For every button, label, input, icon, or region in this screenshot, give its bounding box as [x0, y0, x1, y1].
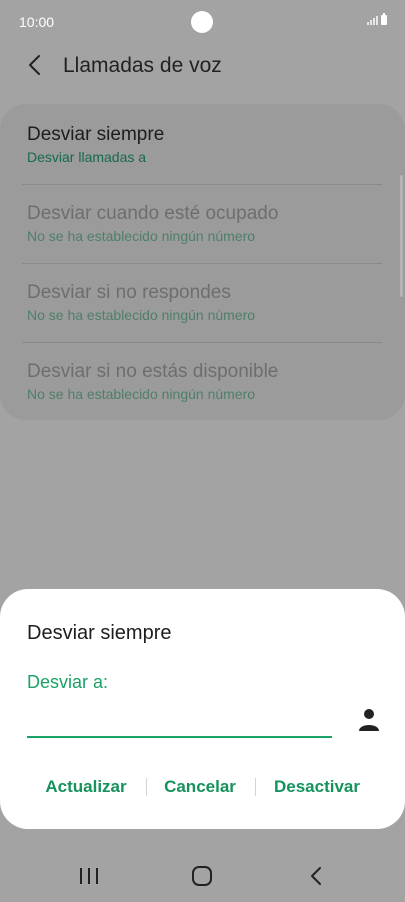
front-camera — [191, 11, 213, 33]
setting-title: Desviar si no respondes — [27, 282, 231, 303]
page-title: Llamadas de voz — [63, 54, 222, 77]
forward-dialog: Desviar siempre Desviar a: Actualizar Ca… — [0, 589, 405, 829]
setting-subtitle: No se ha establecido ningún número — [27, 307, 256, 323]
setting-subtitle: Desviar llamadas a — [27, 149, 147, 165]
divider — [22, 342, 382, 343]
status-bar: 10:00 — [0, 0, 405, 44]
app-header: Llamadas de voz — [0, 44, 405, 88]
setting-title: Desviar si no estás disponible — [27, 361, 279, 382]
chevron-left-icon[interactable] — [24, 54, 48, 78]
setting-forward-when-busy[interactable]: Desviar cuando esté ocupado No se ha est… — [27, 203, 382, 245]
scrollbar[interactable] — [400, 175, 403, 297]
forward-number-input[interactable] — [27, 702, 332, 738]
signal-icon — [367, 15, 378, 25]
setting-subtitle: No se ha establecido ningún número — [27, 386, 256, 402]
back-icon[interactable] — [286, 850, 346, 902]
dialog-title: Desviar siempre — [27, 622, 172, 644]
navigation-bar — [0, 850, 405, 902]
setting-title: Desviar cuando esté ocupado — [27, 203, 279, 224]
update-button[interactable]: Actualizar — [27, 765, 145, 809]
button-separator — [146, 778, 147, 796]
setting-subtitle: No se ha establecido ningún número — [27, 228, 256, 244]
settings-card: Desviar siempre Desviar llamadas a Desvi… — [0, 104, 405, 420]
person-icon[interactable] — [358, 708, 380, 732]
dialog-actions: Actualizar Cancelar Desactivar — [0, 765, 405, 809]
home-icon[interactable] — [172, 850, 232, 902]
button-separator — [255, 778, 256, 796]
divider — [22, 263, 382, 264]
setting-title: Desviar siempre — [27, 124, 165, 145]
status-time: 10:00 — [19, 14, 55, 30]
setting-forward-unavailable[interactable]: Desviar si no estás disponible No se ha … — [27, 361, 382, 403]
forward-to-label: Desviar a: — [27, 672, 109, 692]
setting-forward-no-answer[interactable]: Desviar si no respondes No se ha estable… — [27, 282, 382, 324]
deactivate-button[interactable]: Desactivar — [260, 765, 374, 809]
cancel-button[interactable]: Cancelar — [150, 765, 250, 809]
battery-icon — [381, 13, 387, 25]
setting-always-forward[interactable]: Desviar siempre Desviar llamadas a — [27, 124, 382, 166]
divider — [22, 184, 382, 185]
status-icons — [367, 13, 387, 25]
recents-icon[interactable] — [59, 850, 119, 902]
